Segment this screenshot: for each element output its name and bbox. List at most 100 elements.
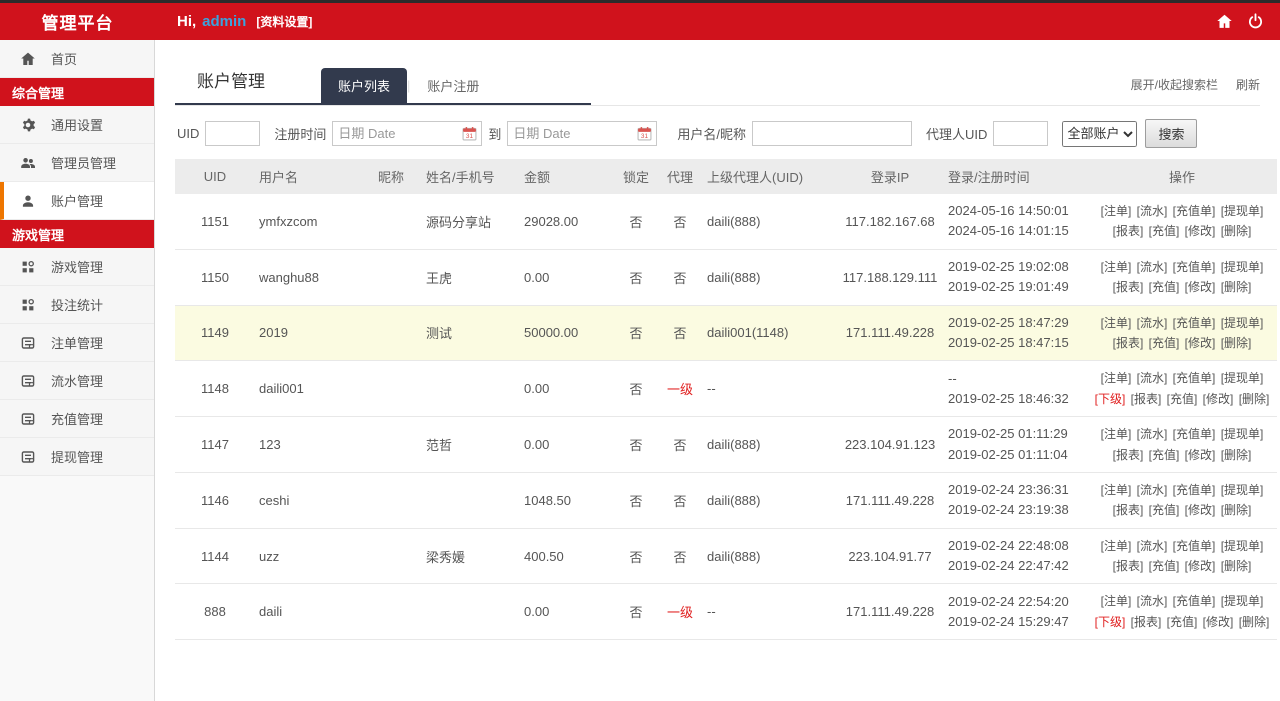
action-link[interactable]: [充值单] <box>1173 204 1216 218</box>
action-link[interactable]: [注单] <box>1101 427 1132 441</box>
action-link[interactable]: [提现单] <box>1221 427 1264 441</box>
actions-line-2: [报表] [充值] [修改] [删除] <box>1091 500 1273 520</box>
action-link[interactable]: [流水] <box>1137 204 1168 218</box>
action-link[interactable]: [充值] <box>1149 448 1180 462</box>
sidebar-item-7[interactable]: 投注统计 <box>0 286 154 324</box>
action-link[interactable]: [删除] <box>1221 336 1252 350</box>
action-link[interactable]: [报表] <box>1131 615 1162 629</box>
action-link[interactable]: [充值单] <box>1173 483 1216 497</box>
regtime-start-input[interactable] <box>332 121 482 146</box>
action-link[interactable]: [报表] <box>1113 280 1144 294</box>
toggle-search-link[interactable]: 展开/收起搜索栏 <box>1131 76 1218 93</box>
action-link[interactable]: [充值] <box>1149 503 1180 517</box>
action-link[interactable]: [充值] <box>1149 559 1180 573</box>
profile-settings-link[interactable]: [资料设置] <box>256 13 312 30</box>
action-link[interactable]: [流水] <box>1137 539 1168 553</box>
action-link[interactable]: [下级] <box>1095 615 1126 629</box>
action-link[interactable]: [修改] <box>1185 503 1216 517</box>
calendar-icon[interactable]: 31 <box>637 126 652 144</box>
action-link[interactable]: [删除] <box>1221 224 1252 238</box>
action-link[interactable]: [删除] <box>1221 448 1252 462</box>
action-link[interactable]: [修改] <box>1203 615 1234 629</box>
action-link[interactable]: [删除] <box>1221 559 1252 573</box>
action-link[interactable]: [流水] <box>1137 316 1168 330</box>
action-link[interactable]: [报表] <box>1113 559 1144 573</box>
action-link[interactable]: [报表] <box>1113 336 1144 350</box>
action-link[interactable]: [删除] <box>1239 615 1270 629</box>
action-link[interactable]: [注单] <box>1101 594 1132 608</box>
tab-0[interactable]: 账户列表 <box>321 68 407 103</box>
action-link[interactable]: [修改] <box>1185 280 1216 294</box>
action-link[interactable]: [充值] <box>1167 615 1198 629</box>
uid-input[interactable] <box>205 121 260 146</box>
action-link[interactable]: [充值单] <box>1173 427 1216 441</box>
username-input[interactable] <box>752 121 912 146</box>
action-link[interactable]: [充值单] <box>1173 316 1216 330</box>
sidebar-item-label: 首页 <box>51 49 77 68</box>
search-button[interactable]: 搜索 <box>1145 119 1197 148</box>
action-link[interactable]: [修改] <box>1185 224 1216 238</box>
action-link[interactable]: [充值] <box>1149 280 1180 294</box>
action-link[interactable]: [修改] <box>1185 336 1216 350</box>
sidebar-item-4[interactable]: 账户管理 <box>0 182 154 220</box>
action-link[interactable]: [充值] <box>1149 224 1180 238</box>
sidebar-item-2[interactable]: 通用设置 <box>0 106 154 144</box>
action-link[interactable]: [下级] <box>1095 392 1126 406</box>
action-link[interactable]: [流水] <box>1137 260 1168 274</box>
action-link[interactable]: [修改] <box>1185 559 1216 573</box>
sidebar-item-8[interactable]: 注单管理 <box>0 324 154 362</box>
action-link[interactable]: [流水] <box>1137 594 1168 608</box>
sidebar-item-6[interactable]: 游戏管理 <box>0 248 154 286</box>
action-link[interactable]: [充值] <box>1149 336 1180 350</box>
action-link[interactable]: [流水] <box>1137 483 1168 497</box>
action-link[interactable]: [报表] <box>1113 224 1144 238</box>
action-link[interactable]: [充值单] <box>1173 371 1216 385</box>
action-link[interactable]: [删除] <box>1221 280 1252 294</box>
register-time: 2019-02-25 01:11:04 <box>948 445 1083 465</box>
action-link[interactable]: [注单] <box>1101 371 1132 385</box>
agent-uid-input[interactable] <box>993 121 1048 146</box>
sidebar-item-9[interactable]: 流水管理 <box>0 362 154 400</box>
action-link[interactable]: [报表] <box>1131 392 1162 406</box>
action-link[interactable]: [提现单] <box>1221 539 1264 553</box>
action-link[interactable]: [报表] <box>1113 448 1144 462</box>
account-type-select[interactable]: 全部账户 <box>1062 121 1137 147</box>
action-link[interactable]: [提现单] <box>1221 204 1264 218</box>
sidebar-item-0[interactable]: 首页 <box>0 40 154 78</box>
home-icon[interactable] <box>1216 13 1233 30</box>
name-cell <box>422 361 520 417</box>
action-link[interactable]: [删除] <box>1239 392 1270 406</box>
sidebar-item-11[interactable]: 提现管理 <box>0 438 154 476</box>
parent-agent-cell: daili(888) <box>703 194 836 249</box>
action-link[interactable]: [注单] <box>1101 539 1132 553</box>
action-link[interactable]: [删除] <box>1221 503 1252 517</box>
action-link[interactable]: [注单] <box>1101 260 1132 274</box>
action-link[interactable]: [提现单] <box>1221 260 1264 274</box>
action-link[interactable]: [流水] <box>1137 371 1168 385</box>
action-link[interactable]: [报表] <box>1113 503 1144 517</box>
sidebar-item-10[interactable]: 充值管理 <box>0 400 154 438</box>
action-link[interactable]: [充值单] <box>1173 594 1216 608</box>
action-link[interactable]: [充值单] <box>1173 539 1216 553</box>
register-time: 2019-02-25 19:01:49 <box>948 277 1083 297</box>
refresh-link[interactable]: 刷新 <box>1236 76 1260 93</box>
action-link[interactable]: [注单] <box>1101 483 1132 497</box>
action-link[interactable]: [修改] <box>1203 392 1234 406</box>
action-link[interactable]: [充值] <box>1167 392 1198 406</box>
action-link[interactable]: [充值单] <box>1173 260 1216 274</box>
table-row: 11492019测试50000.00否否daili001(1148)171.11… <box>175 305 1277 361</box>
action-link[interactable]: [提现单] <box>1221 316 1264 330</box>
sidebar-section-1: 综合管理 <box>0 78 154 106</box>
power-icon[interactable] <box>1247 13 1264 30</box>
action-link[interactable]: [提现单] <box>1221 371 1264 385</box>
tab-1[interactable]: 账户注册 <box>410 68 496 103</box>
action-link[interactable]: [提现单] <box>1221 594 1264 608</box>
calendar-icon[interactable]: 31 <box>462 126 477 144</box>
action-link[interactable]: [提现单] <box>1221 483 1264 497</box>
action-link[interactable]: [注单] <box>1101 316 1132 330</box>
action-link[interactable]: [修改] <box>1185 448 1216 462</box>
regtime-end-input[interactable] <box>507 121 657 146</box>
sidebar-item-3[interactable]: 管理员管理 <box>0 144 154 182</box>
action-link[interactable]: [流水] <box>1137 427 1168 441</box>
action-link[interactable]: [注单] <box>1101 204 1132 218</box>
